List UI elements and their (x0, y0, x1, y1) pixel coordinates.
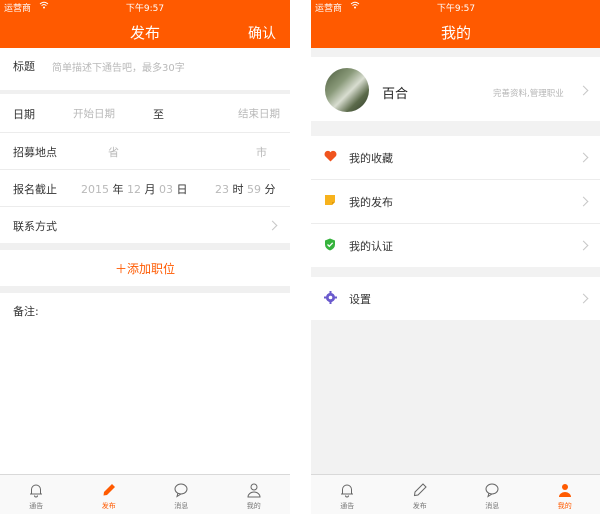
deadline-month: 12 (127, 183, 141, 196)
tab-label: 我的 (557, 502, 572, 510)
item-label: 设置 (349, 293, 371, 306)
status-bar: 运营商 下午9:57 (311, 0, 600, 14)
mine-screen: 运营商 下午9:57 我的 百合 完善资料,管理职业 我的收藏 我的发布 我的认… (311, 0, 600, 514)
section-gap (0, 243, 290, 250)
profile-name: 百合 (382, 87, 409, 102)
contact-label: 联系方式 (13, 220, 57, 233)
person-icon (247, 483, 261, 498)
deadline-label: 报名截止 (13, 183, 57, 196)
profile-hint: 完善资料,管理职业 (493, 89, 564, 99)
tab-label: 我的 (246, 502, 261, 510)
heart-icon (324, 150, 337, 162)
month-unit: 月 (144, 183, 156, 196)
tab-messages[interactable]: 消息 (145, 475, 218, 514)
tab-label: 通告 (29, 502, 44, 510)
gear-icon (324, 291, 337, 304)
bell-icon (341, 484, 354, 498)
tab-publish[interactable]: 发布 (384, 475, 457, 514)
location-row: 招募地点 省 市 (0, 133, 290, 169)
hour-unit: 时 (232, 183, 244, 196)
status-time: 下午9:57 (436, 4, 476, 14)
city-picker[interactable]: 市 (256, 144, 267, 160)
add-position-button[interactable]: ＋添加职位 (0, 250, 290, 286)
remark-field[interactable]: 备注: (0, 293, 290, 474)
start-date-picker[interactable]: 开始日期 (73, 106, 115, 121)
deadline-day: 03 (159, 183, 173, 196)
confirm-button[interactable]: 确认 (248, 23, 276, 43)
date-to-label: 至 (153, 108, 164, 121)
tab-label: 发布 (412, 502, 427, 510)
deadline-minute: 59 (247, 183, 261, 196)
note-icon (325, 195, 335, 205)
add-position-label: ＋添加职位 (114, 262, 175, 276)
pencil-icon (413, 483, 427, 497)
avatar[interactable] (325, 68, 369, 112)
chevron-right-icon (578, 152, 589, 163)
tab-label: 发布 (101, 502, 116, 510)
page-title: 我的 (440, 24, 471, 42)
end-date-picker[interactable]: 结束日期 (238, 106, 280, 121)
deadline-hour: 23 (215, 183, 229, 196)
chat-bubble-icon (485, 483, 499, 498)
chevron-right-icon (578, 240, 589, 251)
date-row: 日期 开始日期 至 结束日期 (0, 94, 290, 132)
tab-bar: 通告 发布 消息 我的 (311, 474, 600, 514)
date-label: 日期 (13, 108, 35, 121)
tab-bar: 通告 发布 消息 我的 (0, 474, 290, 514)
profile-card[interactable]: 百合 完善资料,管理职业 (311, 57, 600, 121)
chevron-right-icon (578, 293, 589, 304)
tab-notices[interactable]: 通告 (0, 475, 73, 514)
title-label: 标题 (13, 60, 35, 73)
item-label: 我的发布 (349, 196, 393, 209)
tab-label: 消息 (485, 502, 500, 510)
minute-unit: 分 (264, 183, 276, 196)
tab-notices[interactable]: 通告 (311, 475, 384, 514)
deadline-year: 2015 (81, 183, 109, 196)
verification-item[interactable]: 我的认证 (311, 224, 600, 267)
nav-bar: 发布 确认 (0, 14, 290, 48)
pencil-icon (103, 484, 115, 496)
item-label: 我的收藏 (349, 152, 393, 165)
tab-messages[interactable]: 消息 (456, 475, 529, 514)
tab-mine[interactable]: 我的 (218, 475, 291, 514)
deadline-row[interactable]: 报名截止 2015 年 12 月 03 日 23 时 59 分 (0, 170, 290, 206)
favorites-item[interactable]: 我的收藏 (311, 136, 600, 179)
nav-bar: 我的 (311, 14, 600, 48)
location-label: 招募地点 (13, 146, 57, 159)
contact-row[interactable]: 联系方式 (0, 207, 290, 243)
section-gap (0, 286, 290, 293)
tab-label: 通告 (340, 502, 355, 510)
shield-check-icon (325, 238, 335, 251)
chat-bubble-icon (174, 483, 188, 498)
title-row[interactable]: 标题 简单描述下通告吧，最多30字 (0, 48, 290, 90)
province-picker[interactable]: 省 (108, 144, 119, 160)
day-unit: 日 (176, 183, 188, 196)
settings-item[interactable]: 设置 (311, 277, 600, 320)
tab-label: 消息 (174, 502, 189, 510)
chevron-right-icon (578, 196, 589, 207)
year-unit: 年 (112, 183, 124, 196)
status-bar: 运营商 下午9:57 (0, 0, 290, 14)
my-posts-item[interactable]: 我的发布 (311, 180, 600, 223)
person-icon (558, 484, 571, 497)
publish-screen: 运营商 下午9:57 发布 确认 标题 简单描述下通告吧，最多30字 日期 开始… (0, 0, 290, 514)
status-time: 下午9:57 (125, 4, 165, 14)
item-label: 我的认证 (349, 240, 393, 253)
tab-publish[interactable]: 发布 (73, 475, 146, 514)
title-input[interactable]: 简单描述下通告吧，最多30字 (52, 59, 185, 74)
page-title: 发布 (129, 24, 160, 42)
bell-icon (30, 484, 43, 498)
deadline-date[interactable]: 2015 年 12 月 03 日 (81, 181, 188, 197)
chevron-right-icon (578, 85, 589, 96)
chevron-right-icon (267, 220, 278, 231)
deadline-time[interactable]: 23 时 59 分 (215, 181, 276, 197)
tab-mine[interactable]: 我的 (529, 475, 600, 514)
remark-label: 备注: (13, 305, 39, 318)
